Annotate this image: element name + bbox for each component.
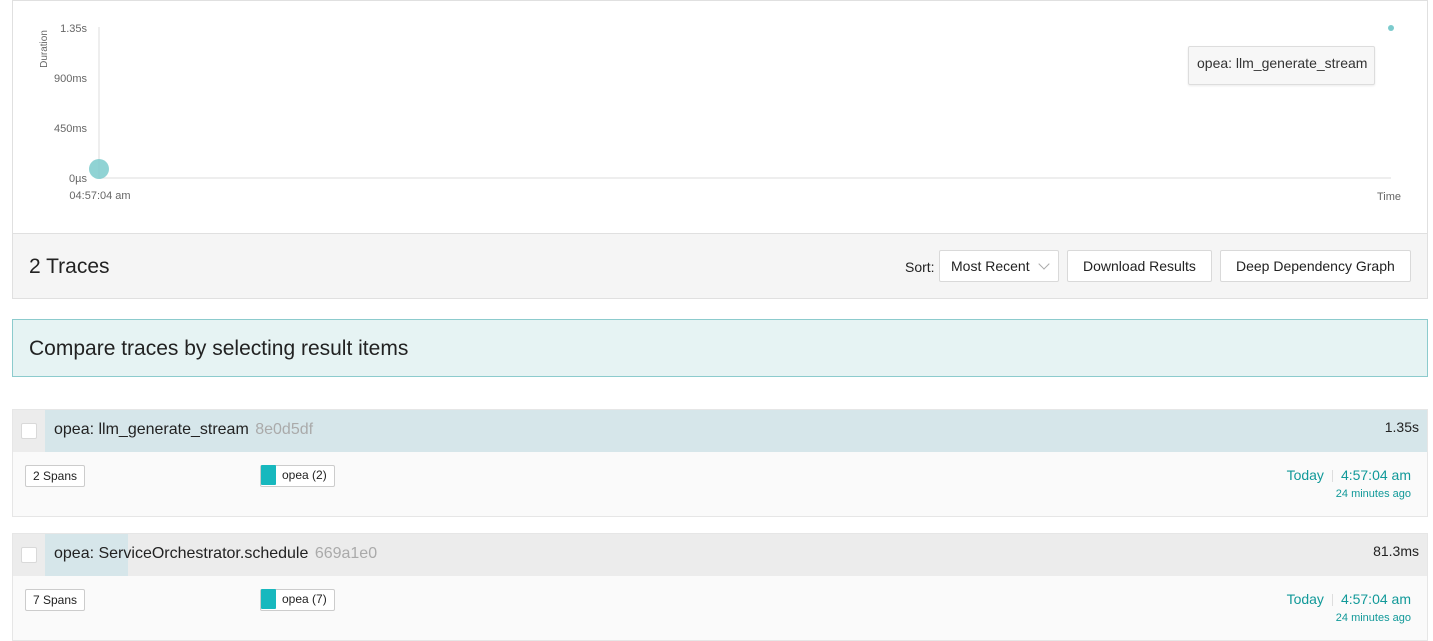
trace-result-item[interactable]: opea: ServiceOrchestrator.schedule 669a1… [12, 533, 1428, 641]
trace-header[interactable]: opea: llm_generate_stream 8e0d5df 1.35s [13, 410, 1427, 452]
trace-duration: 1.35s [1384, 419, 1419, 435]
trace-header[interactable]: opea: ServiceOrchestrator.schedule 669a1… [13, 534, 1427, 576]
service-color-swatch [261, 465, 276, 485]
trace-relative-time: 24 minutes ago [1335, 488, 1411, 500]
service-color-swatch [261, 589, 276, 609]
trace-name: opea: llm_generate_stream [54, 421, 249, 438]
trace-title[interactable]: opea: llm_generate_stream 8e0d5df [54, 421, 313, 439]
x-tick-label: 04:57:04 am [69, 190, 130, 202]
trace-result-item[interactable]: opea: llm_generate_stream 8e0d5df 1.35s … [12, 409, 1428, 517]
y-tick-label: 1.35s [60, 23, 87, 35]
download-results-button[interactable]: Download Results [1067, 250, 1212, 282]
sort-label: Sort: [905, 259, 935, 275]
compare-banner: Compare traces by selecting result items [12, 319, 1428, 377]
trace-start-time: Today 4:57:04 am [1287, 591, 1411, 607]
trace-time: 4:57:04 am [1340, 591, 1411, 607]
trace-day: Today [1286, 591, 1324, 607]
span-count-tag: 7 Spans [25, 589, 86, 611]
trace-point[interactable] [1388, 25, 1394, 31]
service-tag-label: opea (7) [282, 592, 327, 606]
trace-duration: 81.3ms [1373, 543, 1419, 559]
deep-dependency-graph-button[interactable]: Deep Dependency Graph [1220, 250, 1411, 282]
y-tick-label: 450ms [54, 123, 88, 135]
sort-select[interactable]: Most Recent [939, 250, 1059, 282]
y-tick-label: 0µs [69, 173, 87, 185]
divider [1331, 594, 1333, 607]
trace-point[interactable] [89, 158, 109, 179]
trace-id: 669a1e0 [314, 545, 378, 562]
chevron-down-icon [1038, 258, 1050, 270]
sort-value: Most Recent [951, 258, 1030, 274]
trace-id: 8e0d5df [255, 421, 314, 438]
x-axis-label: Time [1377, 191, 1401, 203]
trace-name: opea: ServiceOrchestrator.schedule [54, 545, 309, 562]
service-tag: opea (7) [260, 589, 335, 611]
divider [1331, 470, 1333, 483]
y-axis-label: Duration [39, 30, 50, 68]
trace-title[interactable]: opea: ServiceOrchestrator.schedule 669a1… [54, 545, 377, 563]
trace-select-checkbox[interactable] [21, 547, 37, 563]
chart-tooltip: opea: llm_generate_stream [1188, 46, 1375, 85]
chart-svg: Duration Time 1.35s 900ms 450ms 0µs 04:5… [39, 23, 1401, 203]
results-header: 2 Traces Sort: Most Recent Download Resu… [12, 233, 1428, 299]
y-tick-label: 900ms [54, 73, 88, 85]
trace-select-checkbox[interactable] [21, 423, 37, 439]
trace-time: 4:57:04 am [1340, 467, 1411, 483]
compare-banner-text: Compare traces by selecting result items [29, 337, 409, 360]
trace-relative-time: 24 minutes ago [1335, 612, 1411, 624]
scatter-chart: Duration Time 1.35s 900ms 450ms 0µs 04:5… [12, 0, 1428, 234]
service-tag: opea (2) [260, 465, 335, 487]
span-count-tag: 2 Spans [25, 465, 86, 487]
trace-start-time: Today 4:57:04 am [1287, 467, 1411, 483]
results-count-title: 2 Traces [29, 255, 110, 278]
service-tag-label: opea (2) [282, 468, 327, 482]
trace-day: Today [1286, 467, 1324, 483]
